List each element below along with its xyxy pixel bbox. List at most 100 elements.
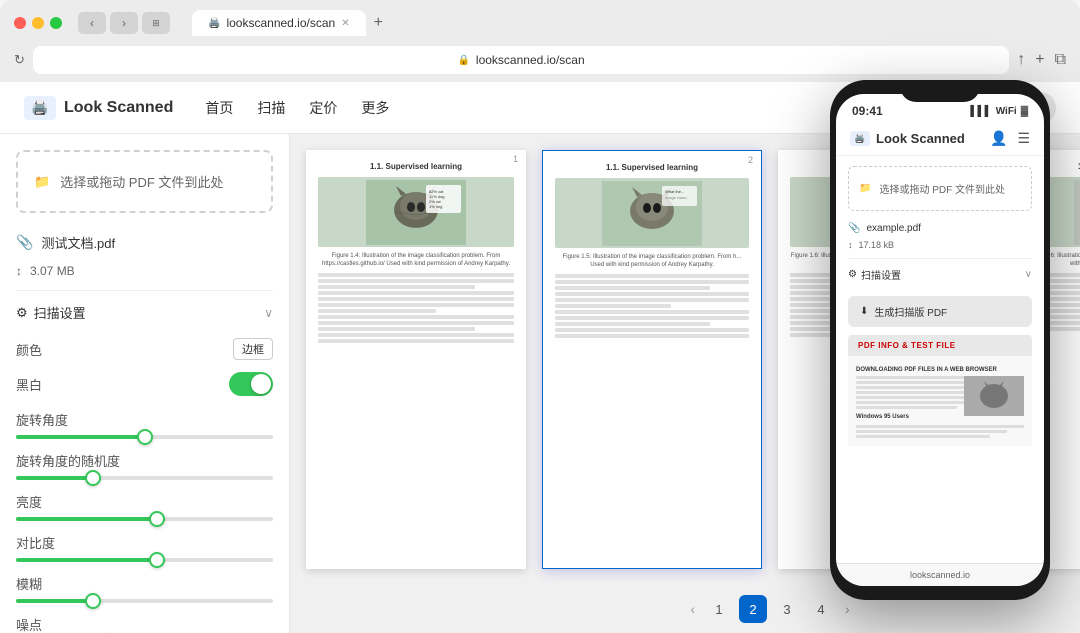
- file-size-value: 3.07 MB: [30, 264, 75, 278]
- blur-thumb[interactable]: [85, 593, 101, 609]
- wifi-icon: WiFi: [996, 106, 1017, 117]
- pdf-sub-heading: DOWNLOADING PDF FILES IN A WEB BROWSER: [856, 366, 1024, 374]
- contrast-slider-track[interactable]: [16, 558, 273, 562]
- nav-scan[interactable]: 扫描: [257, 98, 285, 118]
- rotation-random-label: 旋转角度的随机度: [16, 451, 273, 470]
- nav-links: 首页 扫描 定价 更多: [205, 98, 389, 118]
- pdf-page-1[interactable]: 1 1.1. Supervised learning: [306, 150, 526, 569]
- blur-fill: [16, 599, 93, 603]
- page-2-image: What the... image class...: [555, 178, 749, 248]
- maximize-button[interactable]: [50, 17, 62, 29]
- phone-brand-icon: 🖨️: [850, 131, 870, 146]
- brightness-slider-track[interactable]: [16, 517, 273, 521]
- rotation-random-slider-track[interactable]: [16, 476, 273, 480]
- phone-url-bar: lookscanned.io: [836, 563, 1044, 586]
- phone-brand: 🖨️ Look Scanned: [850, 131, 965, 146]
- blur-slider-track[interactable]: [16, 599, 273, 603]
- signal-icon: ▌▌▌: [970, 106, 991, 117]
- pdf-preview-content: DOWNLOADING PDF FILES IN A WEB BROWSER: [848, 356, 1032, 446]
- tab-favicon: 🖨️: [208, 18, 220, 29]
- rotation-random-thumb[interactable]: [85, 470, 101, 486]
- file-size-icon: ↕: [16, 264, 22, 278]
- phone-scan-label: 扫描设置: [861, 267, 901, 282]
- noise-slider-row: 噪点: [16, 607, 273, 633]
- scan-settings-icon: ⚙: [16, 305, 28, 321]
- color-label: 颜色: [16, 340, 42, 359]
- scan-settings-section[interactable]: ⚙ 扫描设置 ∨: [16, 290, 273, 332]
- pdf-page-2[interactable]: 2 1.1. Supervised learning What: [542, 150, 762, 569]
- pages-button[interactable]: ⊞: [142, 12, 170, 34]
- phone-navbar: 🖨️ Look Scanned 👤 ☰: [836, 122, 1044, 156]
- rotation-label: 旋转角度: [16, 410, 273, 429]
- noise-label: 噪点: [16, 615, 273, 633]
- phone-size-icon: ↕: [848, 240, 853, 250]
- brightness-label: 亮度: [16, 492, 273, 511]
- sidebar: 📁 选择或拖动 PDF 文件到此处 📎 测试文档.pdf ↕ 3.07 MB ⚙…: [0, 134, 290, 633]
- file-info: 📎 测试文档.pdf: [16, 225, 273, 260]
- tab-close-button[interactable]: ✕: [341, 18, 349, 29]
- brightness-thumb[interactable]: [149, 511, 165, 527]
- close-button[interactable]: [14, 17, 26, 29]
- status-icons: ▌▌▌ WiFi ▓: [970, 106, 1028, 117]
- lock-icon: 🔒: [457, 55, 469, 66]
- contrast-fill: [16, 558, 157, 562]
- forward-button[interactable]: ›: [110, 12, 138, 34]
- phone-upload-zone[interactable]: 📁 选择或拖动 PDF 文件到此处: [848, 166, 1032, 211]
- scan-settings-label: 扫描设置: [34, 303, 86, 322]
- phone-pdf-preview: PDF INFO & TEST FILE DOWNLOADING PDF FIL…: [848, 335, 1032, 535]
- brand: 🖨️ Look Scanned: [24, 96, 173, 120]
- upload-icon: 📁: [34, 174, 50, 190]
- contrast-thumb[interactable]: [149, 552, 165, 568]
- page-1-text: [318, 273, 514, 343]
- phone-section-title: ⚙ 扫描设置: [848, 267, 901, 282]
- phone-file-size: ↕ 17.18 kB: [848, 238, 1032, 258]
- new-tab-button[interactable]: +: [374, 14, 383, 32]
- reload-button[interactable]: ↻: [14, 52, 25, 68]
- blur-slider-row: 模糊: [16, 566, 273, 607]
- page-number-2: 2: [748, 155, 753, 165]
- phone-upload-icon: 📁: [859, 183, 871, 194]
- mobile-mockup: 09:41 ▌▌▌ WiFi ▓ 🖨️ Look Scanned 👤 ☰: [830, 80, 1050, 600]
- nav-home[interactable]: 首页: [205, 98, 233, 118]
- rotation-fill: [16, 435, 145, 439]
- rotation-thumb[interactable]: [137, 429, 153, 445]
- share-button[interactable]: ↑: [1017, 51, 1025, 69]
- chevron-icon: ∨: [264, 306, 273, 320]
- toggle-label: 黑白: [16, 375, 42, 394]
- bw-toggle[interactable]: [229, 372, 273, 396]
- phone-user-icon[interactable]: 👤: [990, 130, 1007, 147]
- pdf-preview-header: PDF INFO & TEST FILE: [848, 335, 1032, 356]
- next-page-button[interactable]: ›: [841, 601, 854, 617]
- file-size: ↕ 3.07 MB: [16, 260, 273, 290]
- svg-text:1% img: 1% img: [429, 204, 442, 209]
- phone-chevron-icon: ∨: [1025, 269, 1032, 280]
- prev-page-button[interactable]: ‹: [686, 601, 699, 617]
- rotation-slider-track[interactable]: [16, 435, 273, 439]
- nav-pricing[interactable]: 定价: [309, 98, 337, 118]
- upload-label: 选择或拖动 PDF 文件到此处: [60, 172, 223, 191]
- nav-buttons: ‹ › ⊞: [78, 12, 170, 34]
- traffic-lights: [14, 17, 62, 29]
- phone-file-icon: 📎: [848, 223, 860, 234]
- page-2-caption: Figure 1.5: Illustration of the image cl…: [555, 254, 749, 270]
- browser-tab[interactable]: 🖨️ lookscanned.io/scan ✕: [192, 10, 366, 36]
- color-badge[interactable]: 边框: [233, 338, 273, 360]
- minimize-button[interactable]: [32, 17, 44, 29]
- page-1-image: 82% cat 11% dog 2% rat 1% img: [318, 177, 514, 247]
- back-button[interactable]: ‹: [78, 12, 106, 34]
- status-time: 09:41: [852, 104, 883, 118]
- phone-scan-section[interactable]: ⚙ 扫描设置 ∨: [848, 258, 1032, 288]
- nav-more[interactable]: 更多: [361, 98, 389, 118]
- address-bar[interactable]: 🔒 lookscanned.io/scan: [33, 46, 1009, 74]
- phone-generate-label: 生成扫描版 PDF: [874, 304, 947, 319]
- phone-generate-btn[interactable]: ⬇ 生成扫描版 PDF: [848, 296, 1032, 327]
- file-name: 测试文档.pdf: [41, 233, 115, 252]
- phone-upload-label: 选择或拖动 PDF 文件到此处: [879, 181, 1005, 196]
- browser-chrome: ‹ › ⊞ 🖨️ lookscanned.io/scan ✕ + ↻ 🔒 loo…: [0, 0, 1080, 82]
- battery-icon: ▓: [1021, 106, 1028, 117]
- upload-zone[interactable]: 📁 选择或拖动 PDF 文件到此处: [16, 150, 273, 213]
- page-1-caption: Figure 1.4: Illustration of the image cl…: [318, 253, 514, 269]
- tab-overview-button[interactable]: ⧉: [1055, 51, 1066, 69]
- phone-menu-icon[interactable]: ☰: [1017, 130, 1030, 147]
- add-bookmark-button[interactable]: +: [1035, 51, 1044, 69]
